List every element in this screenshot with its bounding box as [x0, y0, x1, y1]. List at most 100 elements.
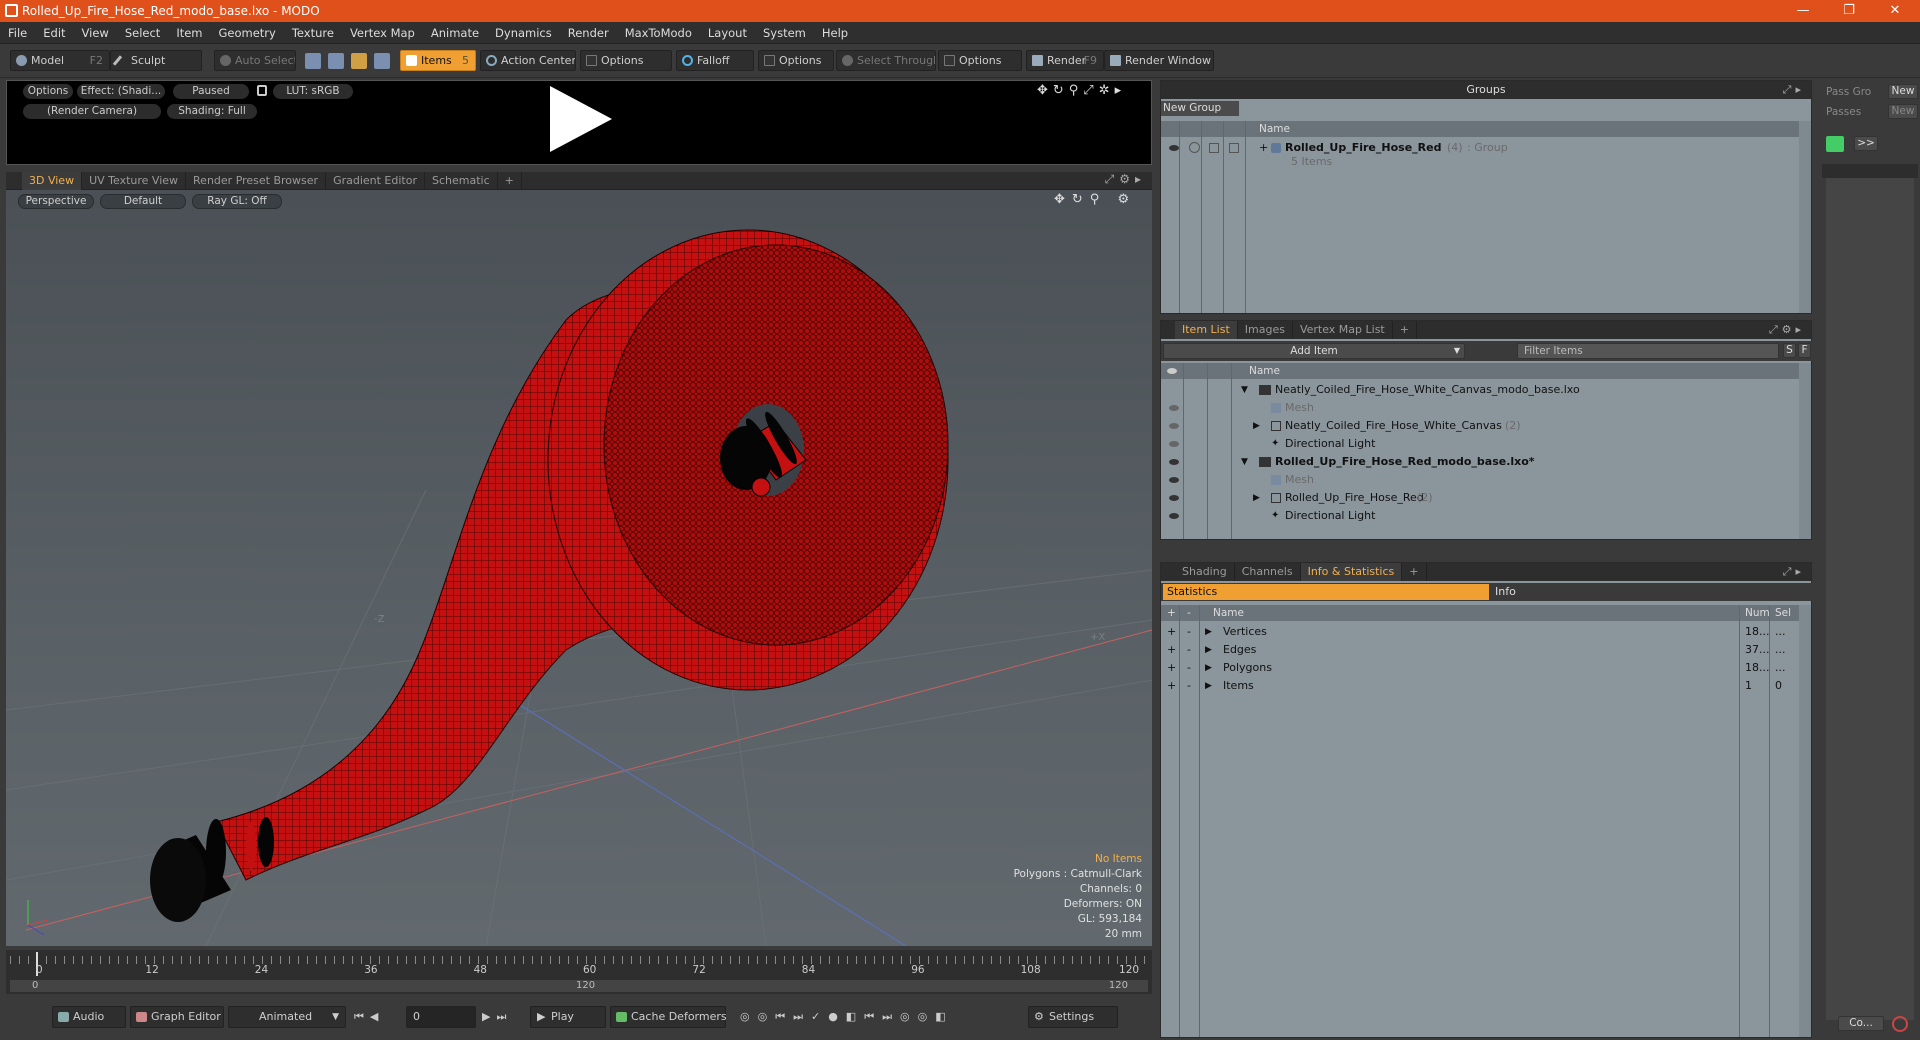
expand-icon[interactable]: ▶ [1205, 659, 1212, 677]
add-icon[interactable]: + [1167, 641, 1176, 659]
menu-vertex-map[interactable]: Vertex Map [342, 22, 423, 44]
list-item[interactable]: ▼ Rolled_Up_Fire_Hose_Red_modo_base.lxo* [1161, 453, 1801, 471]
remove-icon[interactable]: - [1187, 641, 1191, 659]
preview-nav-icons[interactable]: ✥↻⚲⤢✲▸ [1037, 83, 1126, 98]
new-pass-group-button[interactable]: New [1888, 84, 1918, 99]
visibility-icon[interactable] [1169, 495, 1179, 501]
materials-mode-icon[interactable] [374, 53, 390, 69]
tab-shading[interactable]: Shading [1175, 563, 1235, 581]
settings-button[interactable]: ⚙ Settings [1028, 1006, 1118, 1028]
edges-mode-icon[interactable] [328, 53, 344, 69]
statistics-tab[interactable]: Statistics [1163, 584, 1489, 600]
action-center-options-button[interactable]: Options [580, 50, 672, 71]
tab-images[interactable]: Images [1238, 321, 1293, 339]
filter-f-button[interactable]: F [1798, 343, 1811, 358]
table-row[interactable]: + - ▶ Items 1 0 [1161, 677, 1801, 695]
expand-icon[interactable]: ▶ [1253, 489, 1260, 507]
play-icon[interactable] [550, 86, 612, 152]
falloff-options-button[interactable]: Options [758, 50, 834, 71]
ray-gl-dropdown[interactable]: Ray GL: Off [192, 194, 282, 209]
menu-select[interactable]: Select [117, 22, 168, 44]
menu-system[interactable]: System [755, 22, 814, 44]
expand-icon[interactable]: ▶ [1253, 417, 1260, 435]
refresh-icon[interactable] [1826, 136, 1844, 152]
menu-dynamics[interactable]: Dynamics [487, 22, 560, 44]
add-tab-button[interactable]: + [498, 172, 522, 190]
animated-dropdown[interactable]: Animated ▼ [228, 1006, 346, 1028]
viewport-nav-icons[interactable]: ✥↻⚲ ⚙ [1054, 192, 1136, 207]
audio-button[interactable]: Audio [52, 1006, 126, 1028]
menu-animate[interactable]: Animate [423, 22, 487, 44]
tab-uv-texture-view[interactable]: UV Texture View [82, 172, 187, 190]
menu-edit[interactable]: Edit [35, 22, 73, 44]
lock-toggle-icon[interactable] [1209, 143, 1219, 153]
remove-icon[interactable]: - [1187, 659, 1191, 677]
filter-s-button[interactable]: S [1783, 343, 1796, 358]
collapse-icon[interactable]: ▼ [1241, 381, 1248, 399]
tab-schematic[interactable]: Schematic [425, 172, 498, 190]
menu-texture[interactable]: Texture [284, 22, 342, 44]
tab-item-list[interactable]: Item List [1175, 321, 1238, 339]
visibility-icon[interactable] [1169, 405, 1179, 411]
add-icon[interactable]: + [1167, 677, 1176, 695]
select-toggle-icon[interactable] [1229, 143, 1239, 153]
lut-dropdown[interactable]: LUT: sRGB [273, 84, 353, 99]
panel-window-icons[interactable]: ⤢⚙▸ [1769, 321, 1805, 339]
list-item[interactable]: Mesh [1161, 471, 1801, 489]
table-row[interactable]: + - ▶ Edges 37...... [1161, 641, 1801, 659]
co-button[interactable]: Co... [1838, 1016, 1884, 1031]
expand-icon[interactable]: ▶ [1205, 677, 1212, 695]
render-toggle-icon[interactable] [1189, 142, 1200, 153]
preview-options-button[interactable]: Options [23, 84, 73, 99]
menu-help[interactable]: Help [814, 22, 856, 44]
expand-icon[interactable]: + [1259, 139, 1268, 157]
collapse-icon[interactable]: ▼ [1241, 453, 1248, 471]
effect-dropdown[interactable]: Effect: (Shadi... [77, 84, 165, 99]
visibility-icon[interactable] [1169, 441, 1179, 447]
menu-maxtomodo[interactable]: MaxToModo [617, 22, 700, 44]
render-button[interactable]: Render F9 [1026, 50, 1104, 71]
visibility-icon[interactable] [1169, 145, 1179, 151]
visibility-icon[interactable] [1169, 459, 1179, 465]
frame-input[interactable]: 0 [406, 1006, 476, 1028]
tab-3d-view[interactable]: 3D View [22, 172, 83, 190]
groups-scrollbar[interactable] [1799, 121, 1811, 313]
play-button[interactable]: ▶ Play [530, 1006, 606, 1028]
list-item[interactable]: Mesh [1161, 399, 1801, 417]
filter-items-input[interactable]: Filter Items [1517, 343, 1779, 359]
expand-icon[interactable]: ▶ [1205, 623, 1212, 641]
cache-deformers-button[interactable]: Cache Deformers [610, 1006, 727, 1028]
tab-channels[interactable]: Channels [1235, 563, 1301, 581]
info-tab[interactable]: Info [1491, 584, 1811, 600]
add-panel-tab-button[interactable]: + [1393, 321, 1417, 339]
prev-frame-icons[interactable]: ⏮◀ [354, 1010, 384, 1024]
add-panel-tab-button[interactable]: + [1402, 563, 1427, 581]
shading-dropdown[interactable]: Shading: Full [167, 104, 257, 119]
list-item[interactable]: ▶ Neatly_Coiled_Fire_Hose_White_Canvas (2) [1161, 417, 1801, 435]
expand-button[interactable]: >> [1854, 136, 1878, 151]
list-item[interactable]: ▶ Rolled_Up_Fire_Hose_Red (2) [1161, 489, 1801, 507]
maximize-button[interactable]: ❐ [1826, 0, 1872, 22]
record-icon[interactable] [1892, 1016, 1908, 1032]
auto-select-button[interactable]: Auto Select [214, 50, 296, 71]
viewport-window-icons[interactable]: ⤢⚙▸ [1105, 172, 1146, 187]
3d-viewport[interactable]: Perspective Default Ray GL: Off ✥↻⚲ ⚙ -Z… [6, 190, 1152, 946]
minimize-button[interactable]: — [1780, 0, 1826, 22]
item-list-scrollbar[interactable] [1799, 363, 1811, 539]
paused-button[interactable]: Paused [173, 84, 249, 99]
sculpt-mode-button[interactable]: Sculpt [110, 50, 202, 71]
list-item[interactable]: ✦ Directional Light [1161, 435, 1801, 453]
graph-editor-button[interactable]: Graph Editor [130, 1006, 224, 1028]
menu-file[interactable]: File [0, 22, 35, 44]
list-item[interactable]: ▼ Neatly_Coiled_Fire_Hose_White_Canvas_mo… [1161, 381, 1801, 399]
visibility-icon[interactable] [1169, 423, 1179, 429]
remove-icon[interactable]: - [1187, 623, 1191, 641]
new-pass-button[interactable]: New [1888, 104, 1918, 119]
visibility-icon[interactable] [1169, 477, 1179, 483]
tab-render-preset-browser[interactable]: Render Preset Browser [186, 172, 327, 190]
menu-view[interactable]: View [74, 22, 117, 44]
menu-geometry[interactable]: Geometry [211, 22, 284, 44]
add-icon[interactable]: + [1167, 659, 1176, 677]
new-group-button[interactable]: New Group [1161, 101, 1239, 116]
tab-info-statistics[interactable]: Info & Statistics [1300, 563, 1403, 581]
